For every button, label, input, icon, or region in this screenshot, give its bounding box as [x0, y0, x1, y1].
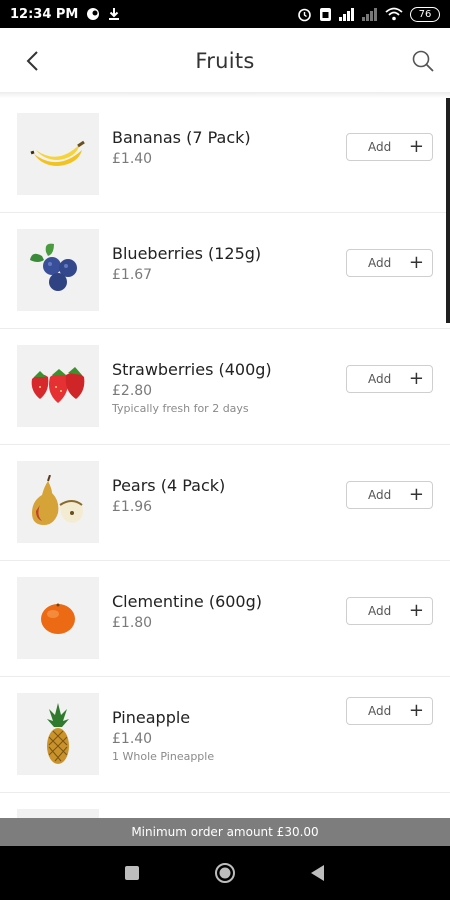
- add-button-label: Add: [368, 604, 392, 618]
- product-name: Pears (4 Pack): [112, 476, 226, 495]
- pears-image[interactable]: [17, 461, 99, 543]
- product-row[interactable]: Blueberries (125g) £1.67 Add +: [0, 213, 450, 329]
- search-icon[interactable]: [408, 46, 438, 76]
- alarm-icon: [297, 7, 312, 22]
- product-name: Clementine (600g): [112, 592, 262, 611]
- pineapple-image[interactable]: [17, 693, 99, 775]
- back-arrow-icon[interactable]: [18, 47, 46, 75]
- blueberries-image[interactable]: [17, 229, 99, 311]
- product-note: Typically fresh for 2 days: [112, 402, 249, 415]
- add-button[interactable]: Add +: [346, 365, 433, 393]
- product-name: Pineapple: [112, 708, 191, 727]
- add-button-label: Add: [368, 488, 392, 502]
- add-button-label: Add: [368, 372, 392, 386]
- product-row[interactable]: Bananas (7 Pack) £1.40 Add +: [0, 97, 450, 213]
- product-row-partial[interactable]: [0, 793, 450, 818]
- plus-icon: +: [408, 484, 424, 505]
- banana-image[interactable]: [17, 113, 99, 195]
- product-name: Bananas (7 Pack): [112, 128, 251, 147]
- product-price: £1.96: [112, 499, 153, 515]
- app-header: Fruits: [0, 28, 450, 94]
- add-button[interactable]: Add +: [346, 249, 433, 277]
- add-button-label: Add: [368, 256, 392, 270]
- add-button-label: Add: [368, 140, 392, 154]
- product-price: £1.40: [112, 731, 153, 747]
- add-button[interactable]: Add +: [346, 697, 433, 725]
- wifi-icon: [385, 7, 403, 21]
- back-triangle-icon[interactable]: [307, 862, 329, 884]
- plus-icon: +: [408, 600, 424, 621]
- product-price: £1.40: [112, 151, 153, 167]
- product-row[interactable]: Pears (4 Pack) £1.96 Add +: [0, 445, 450, 561]
- product-price: £1.67: [112, 267, 153, 283]
- product-name: Blueberries (125g): [112, 244, 262, 263]
- add-button-label: Add: [368, 704, 392, 718]
- product-row[interactable]: Clementine (600g) £1.80 Add +: [0, 561, 450, 677]
- app-screen: 12:34 PM 76 Fruits Bananas (7 Pack) £1.4…: [0, 0, 450, 900]
- scrollbar[interactable]: [446, 98, 450, 323]
- product-row[interactable]: Strawberries (400g) £2.80 Typically fres…: [0, 329, 450, 445]
- product-name: Strawberries (400g): [112, 360, 272, 379]
- download-icon: [108, 7, 120, 21]
- page-title: Fruits: [195, 49, 255, 73]
- system-nav-bar: [0, 846, 450, 900]
- product-price: £2.80: [112, 383, 153, 399]
- status-bar: 12:34 PM 76: [0, 0, 450, 28]
- clementine-image[interactable]: [17, 577, 99, 659]
- minimum-order-banner: Minimum order amount £30.00: [0, 818, 450, 846]
- plus-icon: +: [408, 700, 424, 721]
- product-row[interactable]: Pineapple £1.40 1 Whole Pineapple Add +: [0, 677, 450, 793]
- sim-card-icon: [319, 7, 332, 22]
- product-price: £1.80: [112, 615, 153, 631]
- plus-icon: +: [408, 368, 424, 389]
- chat-bubble-icon: [86, 7, 100, 21]
- status-time: 12:34 PM: [10, 6, 79, 22]
- signal-weak-icon: [362, 7, 378, 21]
- battery-icon: 76: [410, 6, 440, 22]
- add-button[interactable]: Add +: [346, 481, 433, 509]
- add-button[interactable]: Add +: [346, 133, 433, 161]
- add-button[interactable]: Add +: [346, 597, 433, 625]
- signal-icon: [339, 7, 355, 21]
- plus-icon: +: [408, 252, 424, 273]
- product-list[interactable]: Bananas (7 Pack) £1.40 Add + Blueberries…: [0, 97, 450, 818]
- home-icon[interactable]: [214, 862, 236, 884]
- plus-icon: +: [408, 136, 424, 157]
- product-image-partial[interactable]: [17, 809, 99, 818]
- product-note: 1 Whole Pineapple: [112, 750, 215, 763]
- recent-apps-icon[interactable]: [121, 862, 143, 884]
- strawberries-image[interactable]: [17, 345, 99, 427]
